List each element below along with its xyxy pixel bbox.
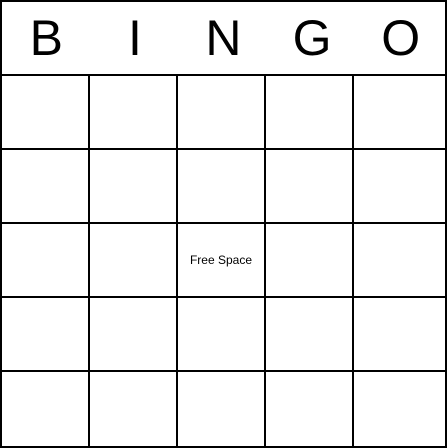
bingo-grid: Free Space xyxy=(2,76,445,446)
bingo-cell-r5-c1[interactable] xyxy=(2,372,90,446)
bingo-card: B I N G O Free Space xyxy=(0,0,447,448)
header-letter-i: I xyxy=(127,10,142,66)
bingo-cell-r3-c1[interactable] xyxy=(2,224,90,298)
bingo-cell-r2-c4[interactable] xyxy=(266,150,354,224)
bingo-cell-r2-c5[interactable] xyxy=(354,150,445,224)
header-letter-g: G xyxy=(292,10,332,66)
bingo-cell-r5-c3[interactable] xyxy=(178,372,266,446)
bingo-cell-r4-c4[interactable] xyxy=(266,298,354,372)
bingo-cell-r1-c3[interactable] xyxy=(178,76,266,150)
header-letter-o: O xyxy=(381,10,421,66)
bingo-cell-r4-c1[interactable] xyxy=(2,298,90,372)
bingo-cell-r1-c5[interactable] xyxy=(354,76,445,150)
bingo-header: B I N G O xyxy=(2,2,445,76)
bingo-cell-r4-c5[interactable] xyxy=(354,298,445,372)
bingo-cell-r1-c4[interactable] xyxy=(266,76,354,150)
bingo-cell-r5-c5[interactable] xyxy=(354,372,445,446)
header-letter-b: B xyxy=(29,10,63,66)
bingo-cell-r3-c5[interactable] xyxy=(354,224,445,298)
bingo-cell-r5-c2[interactable] xyxy=(90,372,178,446)
bingo-cell-r4-c3[interactable] xyxy=(178,298,266,372)
bingo-cell-r3-c4[interactable] xyxy=(266,224,354,298)
bingo-cell-r2-c1[interactable] xyxy=(2,150,90,224)
bingo-cell-r2-c3[interactable] xyxy=(178,150,266,224)
free-space-cell[interactable]: Free Space xyxy=(178,224,266,298)
header-letter-n: N xyxy=(205,10,242,66)
bingo-cell-r4-c2[interactable] xyxy=(90,298,178,372)
bingo-cell-r3-c2[interactable] xyxy=(90,224,178,298)
bingo-cell-r1-c2[interactable] xyxy=(90,76,178,150)
bingo-cell-r1-c1[interactable] xyxy=(2,76,90,150)
bingo-cell-r2-c2[interactable] xyxy=(90,150,178,224)
bingo-cell-r5-c4[interactable] xyxy=(266,372,354,446)
